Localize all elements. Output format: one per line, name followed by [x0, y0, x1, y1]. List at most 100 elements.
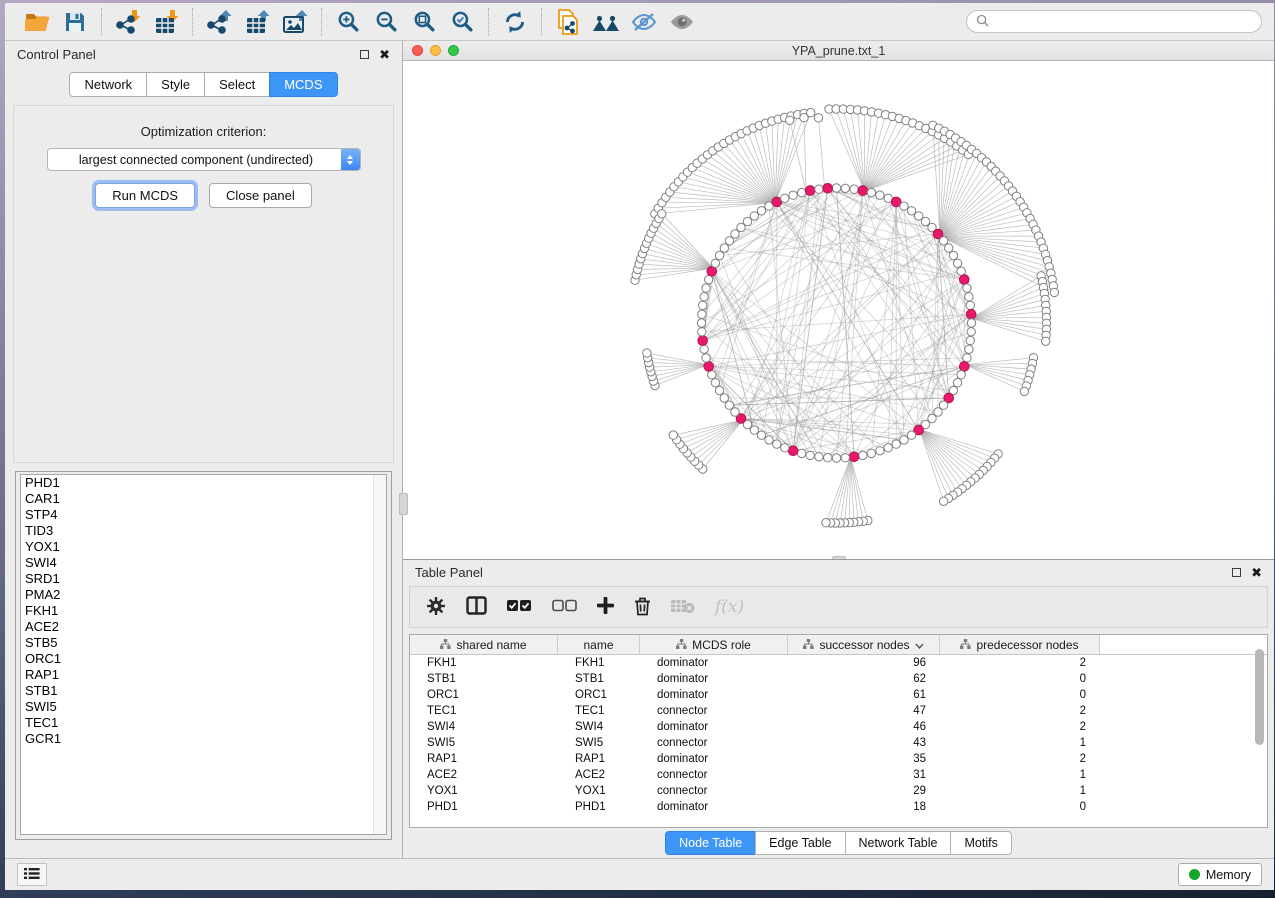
network-node[interactable] [841, 184, 849, 192]
network-node[interactable] [773, 440, 781, 448]
export-table-button[interactable] [240, 7, 274, 37]
network-leaf-node[interactable] [643, 349, 651, 357]
float-panel-icon[interactable] [360, 50, 369, 59]
duplicate-network-button[interactable] [551, 7, 585, 37]
network-leaf-node[interactable] [822, 519, 830, 527]
list-item[interactable]: TID3 [21, 523, 386, 539]
close-panel-button[interactable]: Close panel [209, 183, 312, 208]
import-table-button[interactable] [149, 7, 183, 37]
network-node[interactable] [966, 336, 974, 344]
network-node[interactable] [765, 436, 773, 444]
table-row[interactable]: FKH1FKH1dominator962 [410, 655, 1267, 671]
float-table-panel-icon[interactable] [1232, 568, 1241, 577]
network-node[interactable] [789, 191, 797, 199]
network-node[interactable] [900, 202, 908, 210]
network-hub-node[interactable] [966, 309, 976, 319]
network-node[interactable] [965, 293, 973, 301]
column-header-successor-nodes[interactable]: successor nodes [788, 635, 940, 654]
network-node[interactable] [832, 454, 840, 462]
list-item[interactable]: TEC1 [21, 715, 386, 731]
tab-network-table[interactable]: Network Table [845, 831, 952, 855]
list-scrollbar[interactable] [373, 475, 386, 834]
network-hub-node[interactable] [849, 452, 859, 462]
table-row[interactable]: ORC1ORC1dominator610 [410, 687, 1267, 703]
network-node[interactable] [892, 440, 900, 448]
list-item[interactable]: PHD1 [21, 475, 386, 491]
network-hub-node[interactable] [858, 186, 868, 196]
list-item[interactable]: CAR1 [21, 491, 386, 507]
table-settings-button[interactable] [426, 596, 446, 619]
network-node[interactable] [876, 191, 884, 199]
network-canvas[interactable] [403, 61, 1274, 559]
list-item[interactable]: YOX1 [21, 539, 386, 555]
network-leaf-node[interactable] [1042, 337, 1050, 345]
table-row[interactable]: YOX1YOX1connector291 [410, 783, 1267, 799]
network-node[interactable] [705, 275, 713, 283]
column-header-name[interactable]: name [558, 635, 640, 654]
network-node[interactable] [757, 207, 765, 215]
export-image-button[interactable] [278, 7, 312, 37]
network-leaf-node[interactable] [814, 114, 822, 122]
vertical-splitter-handle[interactable] [399, 493, 408, 515]
network-leaf-node[interactable] [939, 497, 947, 505]
network-hub-node[interactable] [823, 184, 833, 194]
save-session-button[interactable] [58, 7, 92, 37]
export-network-button[interactable] [202, 7, 236, 37]
mcds-result-list[interactable]: PHD1CAR1STP4TID3YOX1SWI4SRD1PMA2FKH1ACE2… [20, 474, 387, 835]
network-node[interactable] [900, 436, 908, 444]
tab-node-table[interactable]: Node Table [665, 831, 756, 855]
network-node[interactable] [711, 259, 719, 267]
network-leaf-node[interactable] [800, 113, 808, 121]
first-neighbors-button[interactable] [589, 7, 623, 37]
column-header-MCDS-role[interactable]: MCDS role [640, 635, 788, 654]
network-node[interactable] [907, 207, 915, 215]
network-node[interactable] [757, 431, 765, 439]
tab-network[interactable]: Network [69, 72, 147, 97]
network-node[interactable] [815, 453, 823, 461]
network-node[interactable] [700, 293, 708, 301]
list-item[interactable]: STB1 [21, 683, 386, 699]
network-node[interactable] [957, 267, 965, 275]
network-node[interactable] [963, 284, 971, 292]
network-leaf-node[interactable] [1050, 288, 1058, 296]
network-node[interactable] [715, 386, 723, 394]
network-node[interactable] [750, 212, 758, 220]
memory-button[interactable]: Memory [1178, 863, 1262, 886]
zoom-fit-button[interactable] [407, 7, 441, 37]
zoom-out-button[interactable] [369, 7, 403, 37]
network-node[interactable] [702, 354, 710, 362]
network-node[interactable] [859, 451, 867, 459]
deselect-all-button[interactable] [552, 599, 577, 615]
network-leaf-node[interactable] [669, 431, 677, 439]
network-hub-node[interactable] [960, 275, 970, 285]
run-mcds-button[interactable]: Run MCDS [95, 183, 195, 208]
list-item[interactable]: SWI5 [21, 699, 386, 715]
delete-row-button[interactable] [634, 596, 651, 619]
network-node[interactable] [907, 431, 915, 439]
network-node[interactable] [781, 194, 789, 202]
network-node[interactable] [965, 345, 973, 353]
open-file-button[interactable] [20, 7, 54, 37]
network-node[interactable] [815, 185, 823, 193]
table-row[interactable]: SWI5SWI5connector431 [410, 735, 1267, 751]
select-all-button[interactable] [507, 599, 532, 615]
tab-edge-table[interactable]: Edge Table [755, 831, 845, 855]
network-leaf-node[interactable] [658, 210, 666, 218]
network-node[interactable] [967, 319, 975, 327]
tab-motifs[interactable]: Motifs [950, 831, 1011, 855]
list-item[interactable]: FKH1 [21, 603, 386, 619]
network-leaf-node[interactable] [786, 116, 794, 124]
column-visibility-button[interactable] [466, 596, 487, 618]
network-node[interactable] [963, 354, 971, 362]
column-header-predecessor-nodes[interactable]: predecessor nodes [940, 635, 1100, 654]
list-item[interactable]: GCR1 [21, 731, 386, 747]
optimization-criterion-select[interactable]: largest connected component (undirected) [47, 148, 361, 171]
network-node[interactable] [797, 188, 805, 196]
network-node[interactable] [949, 251, 957, 259]
network-node[interactable] [698, 328, 706, 336]
network-hub-node[interactable] [805, 186, 815, 196]
tab-style[interactable]: Style [146, 72, 205, 97]
task-history-button[interactable] [17, 863, 47, 886]
zoom-in-button[interactable] [331, 7, 365, 37]
tab-mcds[interactable]: MCDS [269, 72, 337, 97]
